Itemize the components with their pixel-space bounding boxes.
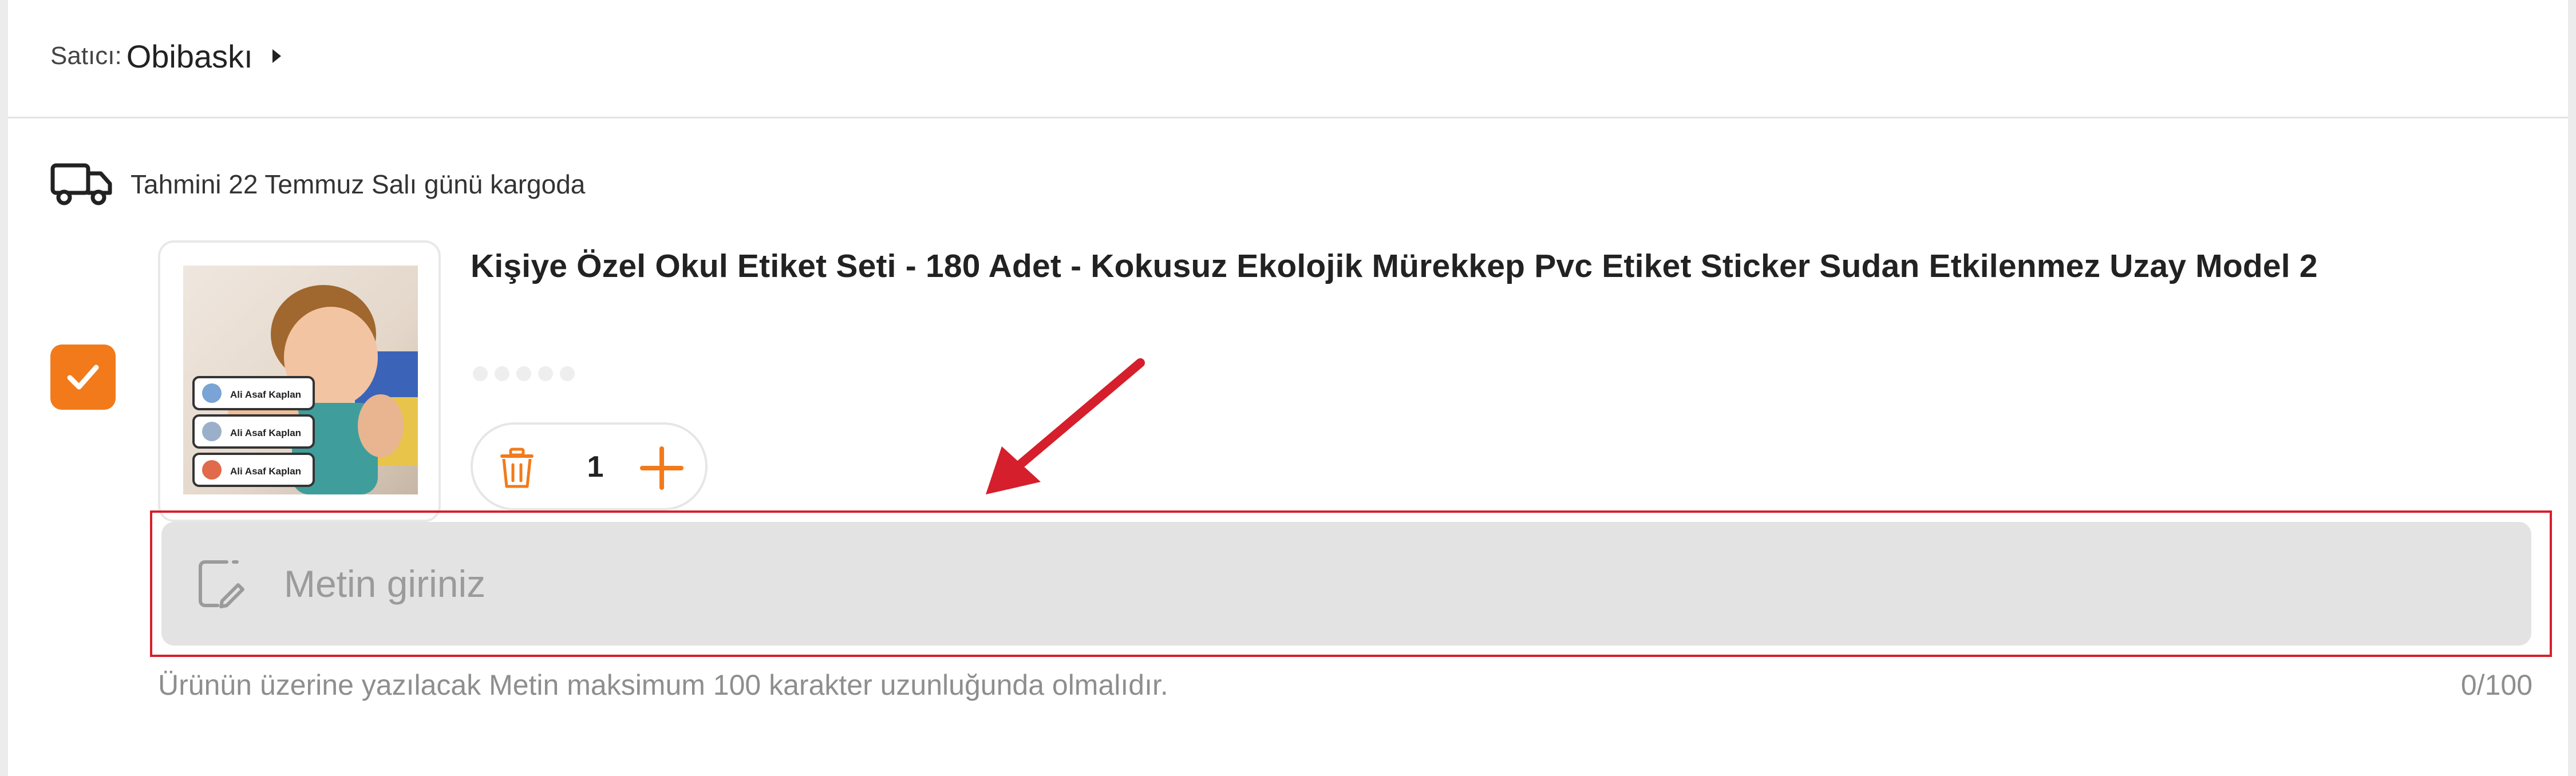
custom-text-hint: Ürünün üzerine yazılacak Metin maksimum … xyxy=(158,669,1168,701)
rating-star-icon xyxy=(495,366,509,381)
custom-text-field[interactable] xyxy=(161,522,2531,646)
rating-star-icon xyxy=(560,366,575,381)
product-title[interactable]: Kişiye Özel Okul Etiket Seti - 180 Adet … xyxy=(471,247,2543,285)
product-select-checkbox[interactable] xyxy=(50,345,116,410)
cart-seller-section: Satıcı: Obibaskı Tahmini 22 Temmuz Salı … xyxy=(0,0,2576,776)
delivery-info: Tahmini 22 Temmuz Salı günü kargoda xyxy=(50,161,585,207)
quantity-stepper: 1 xyxy=(471,422,708,510)
seller-label: Satıcı: xyxy=(50,42,122,70)
delivery-estimate: Tahmini 22 Temmuz Salı günü kargoda xyxy=(131,169,586,199)
rating-star-icon xyxy=(538,366,553,381)
label-name-1: Ali Asaf Kaplan xyxy=(230,389,301,400)
panel-left-border xyxy=(0,0,8,776)
seller-name[interactable]: Obibaskı xyxy=(127,38,253,75)
quantity-value: 1 xyxy=(587,450,604,484)
divider xyxy=(8,117,2568,118)
caret-right-icon xyxy=(272,49,281,63)
rating-star-icon xyxy=(473,366,488,381)
label-name-3: Ali Asaf Kaplan xyxy=(230,466,301,477)
product-image: Ali Asaf Kaplan Ali Asaf Kaplan Ali Asaf… xyxy=(183,266,418,494)
delete-button[interactable] xyxy=(498,448,536,489)
label-name-2: Ali Asaf Kaplan xyxy=(230,427,301,438)
checkmark-icon xyxy=(67,365,99,390)
product-image-card[interactable]: Ali Asaf Kaplan Ali Asaf Kaplan Ali Asaf… xyxy=(158,240,441,522)
seller-link[interactable]: Satıcı: Obibaskı xyxy=(50,33,281,79)
annotation-arrow-icon xyxy=(986,358,1145,494)
character-counter: 0/100 xyxy=(2460,669,2532,701)
note-edit-icon xyxy=(199,560,244,608)
product-rating xyxy=(473,366,575,381)
rating-star-icon xyxy=(516,366,531,381)
custom-text-input[interactable] xyxy=(283,561,2403,606)
truck-icon xyxy=(50,163,112,205)
increase-quantity-button[interactable] xyxy=(639,445,685,491)
panel-right-border xyxy=(2568,0,2576,776)
